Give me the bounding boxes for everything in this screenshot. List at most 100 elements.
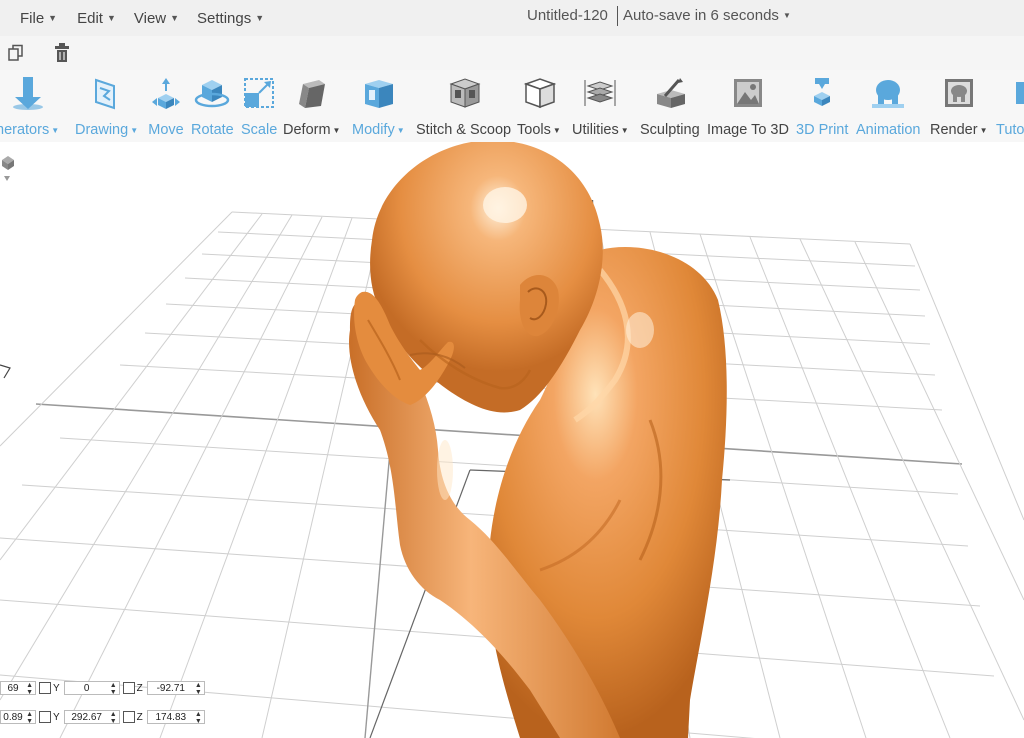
tool-image-to-3d[interactable]: Image To 3D [707, 74, 789, 138]
document-title[interactable]: Untitled-120 [527, 7, 608, 24]
y-size-value: 292.67 [71, 711, 102, 723]
spinner-icon[interactable]: ▲ ▼ [195, 711, 202, 725]
scale-icon [241, 74, 277, 112]
tool-sculpting[interactable]: Sculpting [640, 74, 700, 138]
x-size-value: 0.89 [3, 711, 23, 723]
autosave-status[interactable]: Auto-save in 6 seconds ▼ [623, 7, 791, 24]
move-icon [148, 74, 184, 112]
y-position-value: 0 [83, 682, 90, 694]
y-size-label: Y [53, 711, 60, 723]
autosave-label: Auto-save in 6 seconds [623, 7, 779, 24]
z-lock-checkbox[interactable] [122, 682, 135, 694]
menu-view[interactable]: View ▼ [134, 10, 179, 27]
tool-drawing[interactable]: Drawing ▼ [75, 74, 138, 138]
tool-deform-label: Deform [283, 122, 331, 138]
menu-file-label: File [20, 9, 45, 27]
spinner-icon[interactable]: ▲ ▼ [26, 711, 33, 725]
z-size-lock-checkbox[interactable] [122, 711, 135, 723]
tool-tutorials[interactable]: Tuto [996, 74, 1024, 138]
tool-modify[interactable]: Modify ▼ [352, 74, 405, 138]
chevron-down-icon: ▼ [332, 125, 341, 135]
tool-stitch-scoop-label: Stitch & Scoop [416, 122, 512, 138]
menu-file[interactable]: File ▼ [20, 10, 57, 27]
animation-icon [870, 74, 906, 112]
tool-scale[interactable]: Scale [241, 74, 277, 138]
y-lock-checkbox[interactable] [39, 682, 51, 694]
stitch-scoop-icon [446, 74, 482, 112]
tool-utilities[interactable]: Utilities ▼ [572, 74, 629, 138]
3d-viewport[interactable]: LEFT [0, 142, 1024, 738]
tool-scale-label: Scale [241, 122, 278, 138]
x-size-input[interactable]: 0.89 ▲ ▼ [0, 710, 36, 725]
tutorials-icon [996, 74, 1024, 112]
tool-animation[interactable]: Animation [856, 74, 920, 138]
z-size-input[interactable]: 174.83 ▲ ▼ [146, 710, 205, 725]
spinner-icon[interactable]: ▲ ▼ [110, 711, 117, 725]
spinner-icon[interactable]: ▲ ▼ [110, 682, 117, 696]
render-icon [941, 74, 977, 112]
generators-icon [10, 74, 46, 112]
size-row: 0.89 ▲ ▼ Y 292.67 ▲ ▼ Z 174.83 ▲ ▼ [0, 708, 205, 726]
scene-canvas[interactable]: LEFT [0, 142, 1024, 738]
menu-view-label: View [133, 9, 167, 27]
y-axis-label: Y [53, 682, 60, 694]
menu-bar: File ▼ Edit ▼ View ▼ Settings ▼ [0, 0, 1024, 36]
menu-edit-label: Edit [77, 9, 103, 27]
tool-sculpting-label: Sculpting [640, 122, 700, 138]
main-toolbar: nerators ▼ Drawing ▼ Move Rotate Scale Def… [0, 70, 1024, 143]
chevron-down-icon: ▼ [170, 13, 180, 23]
tool-3d-print[interactable]: 3D Print [796, 74, 848, 138]
axis-gizmo [0, 364, 11, 379]
tool-render[interactable]: Render ▼ [930, 74, 987, 138]
chevron-down-icon: ▼ [51, 125, 60, 135]
tools-icon [521, 74, 557, 112]
modify-icon [360, 74, 396, 112]
tool-3d-print-label: 3D Print [796, 122, 849, 138]
view-cube-icon[interactable] [2, 156, 14, 181]
z-size-label: Z [136, 711, 143, 723]
rotate-icon [194, 74, 230, 112]
spinner-icon[interactable]: ▲ ▼ [195, 682, 202, 696]
x-position-input[interactable]: 69 ▲ ▼ [0, 681, 36, 696]
sculpture-model[interactable] [349, 142, 727, 738]
secondary-toolbar [0, 36, 1024, 70]
z-position-input[interactable]: -92.71 ▲ ▼ [146, 681, 205, 696]
tool-animation-label: Animation [856, 122, 921, 138]
3d-print-icon [804, 74, 840, 112]
z-size-value: 174.83 [155, 711, 187, 723]
tool-generators-label: nerators [0, 122, 50, 138]
tool-tools[interactable]: Tools ▼ [517, 74, 561, 138]
tool-rotate[interactable]: Rotate [191, 74, 234, 138]
z-axis-label: Z [136, 682, 143, 694]
title-divider [617, 6, 618, 26]
deform-icon [294, 74, 330, 112]
tool-move[interactable]: Move [148, 74, 184, 138]
sculpting-icon [652, 74, 688, 112]
z-position-value: -92.71 [156, 682, 185, 694]
y-size-input[interactable]: 292.67 ▲ ▼ [63, 710, 120, 725]
tool-image-to-3d-label: Image To 3D [707, 122, 789, 138]
image-to-3d-icon [730, 74, 766, 112]
tool-move-label: Move [148, 122, 184, 138]
tool-tools-label: Tools [517, 122, 551, 138]
tool-utilities-label: Utilities [572, 122, 619, 138]
tool-generators[interactable]: nerators ▼ [0, 74, 59, 138]
tool-render-label: Render [930, 122, 978, 138]
y-position-input[interactable]: 0 ▲ ▼ [63, 681, 120, 696]
tool-stitch-scoop[interactable]: Stitch & Scoop [416, 74, 511, 138]
trash-icon[interactable] [54, 42, 70, 64]
spinner-icon[interactable]: ▲ ▼ [26, 682, 33, 696]
menu-settings-label: Settings [197, 9, 252, 27]
chevron-down-icon: ▼ [106, 13, 116, 23]
copy-icon[interactable] [8, 44, 24, 62]
chevron-down-icon: ▼ [396, 125, 405, 135]
chevron-down-icon: ▼ [130, 125, 139, 135]
tool-tutorials-label: Tuto [996, 122, 1024, 138]
tool-modify-label: Modify [352, 122, 395, 138]
menu-settings[interactable]: Settings ▼ [197, 10, 264, 27]
menu-edit[interactable]: Edit ▼ [77, 10, 116, 27]
tool-deform[interactable]: Deform ▼ [283, 74, 340, 138]
chevron-down-icon: ▼ [979, 125, 988, 135]
y-size-lock-checkbox[interactable] [39, 711, 51, 723]
drawing-icon [89, 74, 125, 112]
